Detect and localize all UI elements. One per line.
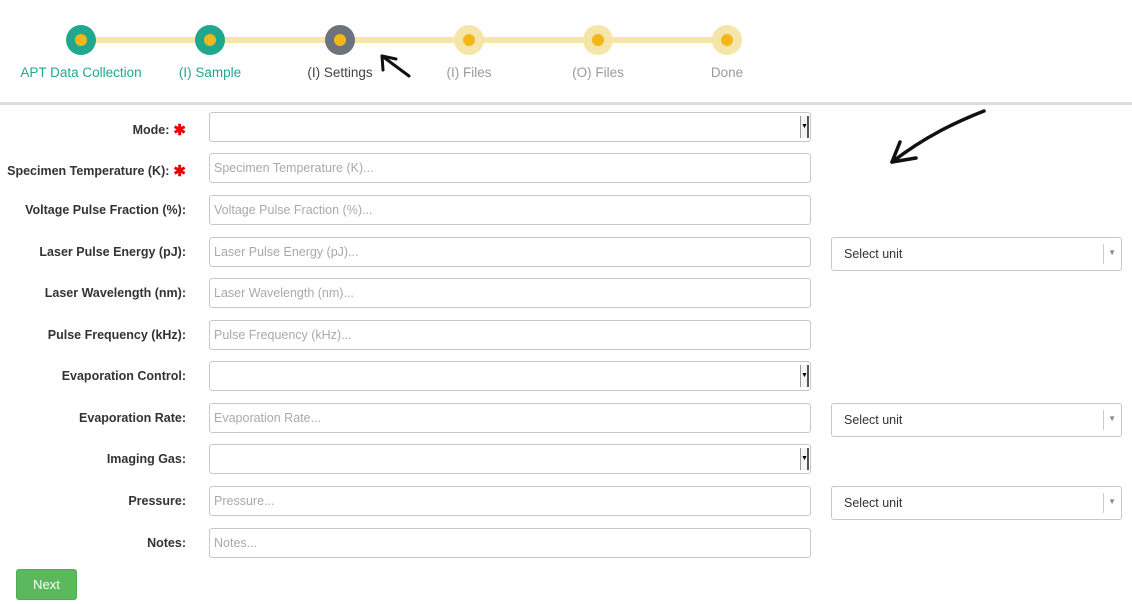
- wizard-step-input-settings[interactable]: (I) Settings: [270, 0, 410, 100]
- wizard-stepper: APT Data Collection (I) Sample (I) Setti…: [0, 0, 1132, 100]
- pressure-unit-select[interactable]: Select unit ▼: [831, 486, 1122, 520]
- wizard-step-label: (I) Settings: [307, 65, 373, 80]
- voltage-pulse-fraction-input[interactable]: [209, 195, 811, 225]
- header-divider: [0, 102, 1132, 105]
- evaporation-rate-unit-select[interactable]: Select unit ▼: [831, 403, 1122, 437]
- wizard-step-apt-data-collection[interactable]: APT Data Collection: [11, 0, 151, 100]
- imaging-gas-label: Imaging Gas:: [106, 452, 186, 466]
- step-pending-icon: [454, 25, 484, 55]
- step-done-icon: [195, 25, 225, 55]
- notes-row: Notes:: [0, 528, 1132, 562]
- notes-label: Notes:: [147, 536, 186, 550]
- wizard-step-label: (O) Files: [572, 65, 624, 80]
- laser-wavelength-input[interactable]: [209, 278, 811, 308]
- wizard-step-label: (I) Sample: [178, 65, 242, 80]
- laser-pulse-energy-unit-select[interactable]: Select unit ▼: [831, 237, 1122, 271]
- laser-pulse-energy-row: Laser Pulse Energy (pJ): Select unit ▼: [0, 237, 1132, 271]
- wizard-step-input-sample[interactable]: (I) Sample: [140, 0, 280, 100]
- pressure-row: Pressure: Select unit ▼: [0, 486, 1132, 520]
- chevron-down-icon: ▼: [1108, 248, 1116, 257]
- step-pending-icon: [583, 25, 613, 55]
- pulse-frequency-input[interactable]: [209, 320, 811, 350]
- specimen-temperature-row: Specimen Temperature (K): ✱: [0, 153, 1132, 187]
- wizard-step-done: Done: [657, 0, 797, 100]
- wizard-step-label: APT Data Collection: [20, 65, 142, 80]
- next-button[interactable]: Next: [16, 569, 77, 600]
- dropdown-arrow-icon[interactable]: ▼: [800, 365, 809, 387]
- laser-wavelength-row: Laser Wavelength (nm):: [0, 278, 1132, 312]
- pulse-frequency-row: Pulse Frequency (kHz):: [0, 320, 1132, 354]
- dropdown-arrow-icon[interactable]: ▼: [800, 448, 809, 470]
- voltage-pulse-fraction-row: Voltage Pulse Fraction (%):: [0, 195, 1132, 229]
- mode-row: Mode: ✱ ▼: [0, 112, 1132, 146]
- unit-select-value: Select unit: [844, 496, 903, 510]
- laser-wavelength-label: Laser Wavelength (nm):: [44, 286, 186, 300]
- evaporation-rate-input[interactable]: [209, 403, 811, 433]
- evaporation-control-label: Evaporation Control:: [61, 369, 186, 383]
- wizard-step-input-files: (I) Files: [399, 0, 539, 100]
- mode-label: Mode: ✱: [132, 122, 186, 139]
- dropdown-arrow-icon[interactable]: ▼: [800, 116, 809, 138]
- mode-select[interactable]: ▼: [209, 112, 811, 142]
- evaporation-rate-row: Evaporation Rate: Select unit ▼: [0, 403, 1132, 437]
- select-divider: [1103, 493, 1104, 513]
- unit-select-value: Select unit: [844, 413, 903, 427]
- imaging-gas-select[interactable]: ▼: [209, 444, 811, 474]
- unit-select-value: Select unit: [844, 247, 903, 261]
- specimen-temperature-input[interactable]: [209, 153, 811, 183]
- required-asterisk-icon: ✱: [173, 163, 186, 180]
- wizard-step-output-files: (O) Files: [528, 0, 668, 100]
- imaging-gas-row: Imaging Gas: ▼: [0, 444, 1132, 478]
- pulse-frequency-label: Pulse Frequency (kHz):: [47, 328, 186, 342]
- evaporation-rate-label: Evaporation Rate:: [79, 411, 186, 425]
- step-done-icon: [66, 25, 96, 55]
- select-divider: [1103, 410, 1104, 430]
- pressure-label: Pressure:: [128, 494, 186, 508]
- step-active-icon: [325, 25, 355, 55]
- chevron-down-icon: ▼: [1108, 497, 1116, 506]
- voltage-pulse-fraction-label: Voltage Pulse Fraction (%):: [25, 203, 186, 217]
- notes-input[interactable]: [209, 528, 811, 558]
- required-asterisk-icon: ✱: [173, 122, 186, 139]
- laser-pulse-energy-label: Laser Pulse Energy (pJ):: [39, 245, 186, 259]
- specimen-temperature-label: Specimen Temperature (K): ✱: [7, 163, 186, 180]
- pressure-input[interactable]: [209, 486, 811, 516]
- step-pending-icon: [712, 25, 742, 55]
- select-divider: [1103, 244, 1104, 264]
- wizard-step-label: (I) Files: [446, 65, 492, 80]
- chevron-down-icon: ▼: [1108, 414, 1116, 423]
- laser-pulse-energy-input[interactable]: [209, 237, 811, 267]
- evaporation-control-row: Evaporation Control: ▼: [0, 361, 1132, 395]
- evaporation-control-select[interactable]: ▼: [209, 361, 811, 391]
- wizard-step-label: Done: [710, 65, 744, 80]
